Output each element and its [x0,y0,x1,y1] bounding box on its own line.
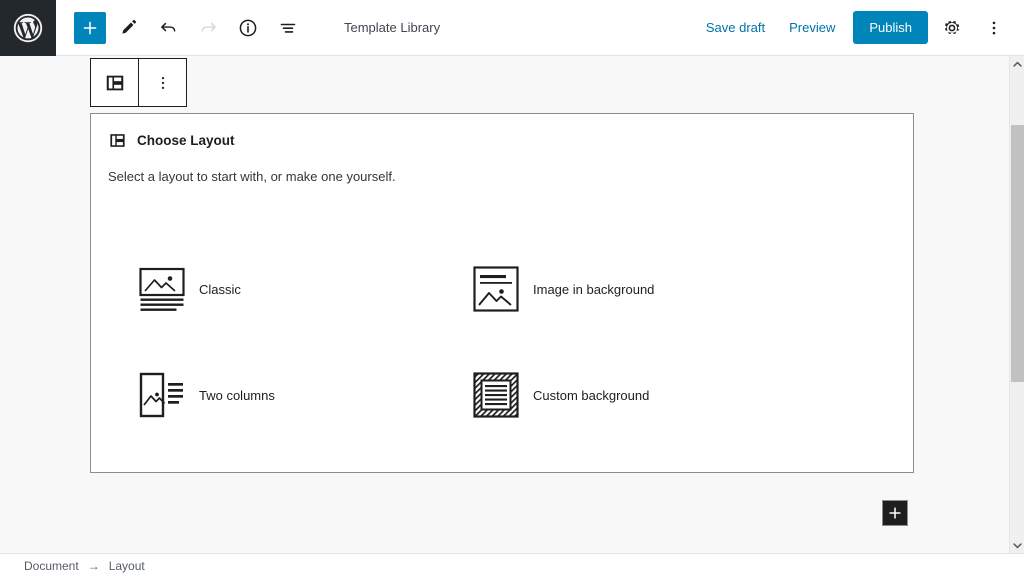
editor-canvas: Choose Layout Select a layout to start w… [0,56,1009,553]
content-info-button[interactable] [230,10,266,46]
choose-layout-panel: Choose Layout Select a layout to start w… [90,113,914,473]
chevron-down-icon [1013,542,1022,548]
option-label: Two columns [199,387,275,403]
classic-layout-icon [139,266,185,312]
breadcrumb-separator-icon: → [87,559,100,573]
vertical-dots-icon [992,21,996,34]
breadcrumb-item-layout[interactable]: Layout [109,559,145,573]
wordpress-logo-icon[interactable] [0,0,56,56]
scroll-up-button[interactable] [1010,56,1024,72]
header-actions: Save draft Preview Publish [694,10,1024,46]
layout-option-two-columns[interactable]: Two columns [139,342,473,448]
redo-button[interactable] [190,10,226,46]
undo-button[interactable] [150,10,186,46]
info-circle-icon [239,19,257,36]
option-label: Custom background [533,387,650,403]
edit-mode-button[interactable] [110,10,146,46]
option-label: Classic [199,281,241,297]
publish-button[interactable]: Publish [853,11,928,44]
list-view-button[interactable] [270,10,306,46]
chevron-up-icon [1013,61,1022,67]
list-view-icon [280,23,296,33]
scroll-down-button[interactable] [1010,537,1024,553]
layout-block-icon [110,134,125,147]
redo-arrow-icon [201,22,216,32]
add-block-button[interactable] [74,11,106,44]
panel-title: Choose Layout [137,133,235,148]
plus-icon [889,507,901,519]
layout-options-grid: Classic Image in background Two columns … [91,184,913,448]
breadcrumb: Document → Layout [0,559,145,573]
vertical-dots-icon [161,76,164,89]
block-options-button[interactable] [139,59,186,106]
breadcrumb-item-document[interactable]: Document [24,559,79,573]
block-type-button[interactable] [91,59,138,106]
pencil-icon [121,19,136,34]
block-toolbar [90,58,187,107]
more-menu-button[interactable] [976,10,1012,46]
settings-button[interactable] [934,10,970,46]
layout-block-icon [106,75,123,90]
scrollbar-thumb[interactable] [1011,125,1024,382]
save-draft-button[interactable]: Save draft [694,12,777,43]
two-columns-layout-icon [139,372,185,418]
page-title: Template Library [344,20,441,35]
editor-header: Template Library Save draft Preview Publ… [0,0,1024,56]
editor-status-bar: Document → Layout [0,553,1024,578]
layout-option-image-in-background[interactable]: Image in background [473,236,913,342]
image-background-layout-icon [473,266,519,312]
wordpress-block-editor: Template Library Save draft Preview Publ… [0,0,1024,578]
layout-option-classic[interactable]: Classic [139,236,473,342]
panel-subtitle: Select a layout to start with, or make o… [108,169,396,184]
preview-button[interactable]: Preview [777,12,847,43]
panel-header: Choose Layout [91,114,913,150]
layout-option-custom-background[interactable]: Custom background [473,342,913,448]
append-block-button[interactable] [883,501,907,525]
plus-icon [83,21,97,34]
vertical-scrollbar[interactable] [1009,56,1024,553]
gear-icon [944,20,960,34]
custom-background-layout-icon [473,372,519,418]
undo-arrow-icon [160,22,175,32]
header-tool-group [56,10,306,46]
option-label: Image in background [533,281,655,297]
